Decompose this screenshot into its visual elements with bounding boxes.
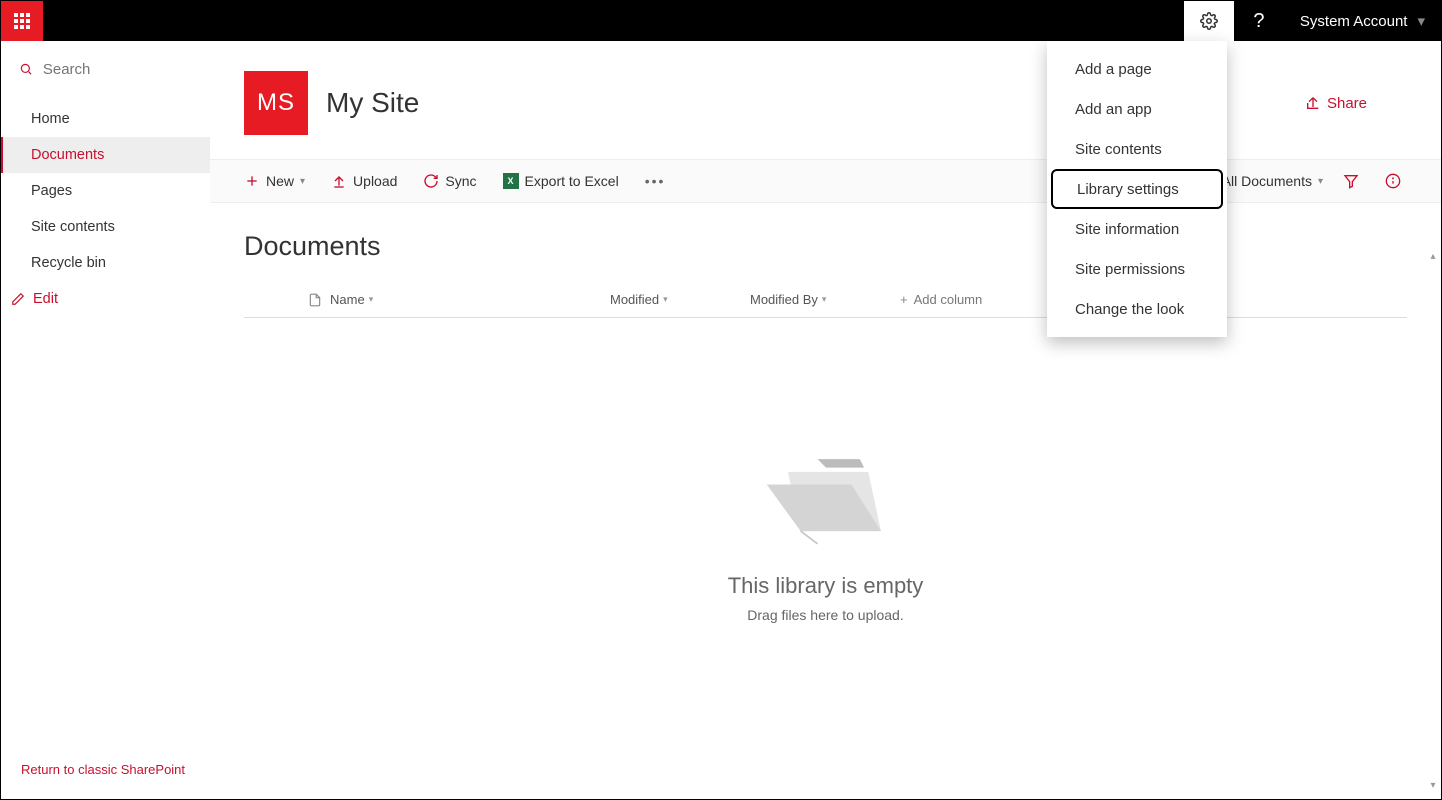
upload-label: Upload [353, 173, 397, 189]
share-button[interactable]: Share [1305, 95, 1367, 112]
nav-item-documents[interactable]: Documents [1, 137, 210, 173]
site-header: MS My Site Share [210, 41, 1441, 159]
ellipsis-icon: ••• [645, 173, 666, 189]
add-column-button[interactable]: + Add column [900, 292, 982, 307]
sync-label: Sync [445, 173, 476, 189]
view-selector[interactable]: All Documents ▾ [1222, 173, 1323, 189]
export-excel-button[interactable]: X Export to Excel [503, 173, 619, 189]
column-header-name[interactable]: Name ▾ [330, 292, 610, 307]
chevron-down-icon: ▾ [300, 176, 305, 187]
plus-icon: + [900, 292, 908, 307]
share-label: Share [1327, 95, 1367, 112]
menu-item-add-page[interactable]: Add a page [1047, 49, 1227, 89]
settings-gear-button[interactable] [1184, 1, 1234, 41]
plus-icon [244, 173, 260, 189]
search-icon [19, 61, 33, 77]
excel-icon: X [503, 173, 519, 189]
help-button[interactable]: ? [1234, 1, 1284, 41]
nav-item-pages[interactable]: Pages [1, 173, 210, 209]
new-label: New [266, 173, 294, 189]
sync-button[interactable]: Sync [423, 173, 476, 189]
menu-item-site-contents[interactable]: Site contents [1047, 129, 1227, 169]
info-icon [1385, 173, 1401, 189]
document-icon [308, 292, 322, 308]
list-title: Documents [244, 231, 1407, 262]
scroll-up-indicator[interactable]: ▴ [1427, 251, 1439, 262]
search-box[interactable] [1, 41, 210, 97]
empty-title: This library is empty [244, 573, 1407, 599]
suite-nav-bar: ? System Account ▾ [1, 1, 1441, 41]
menu-item-site-permissions[interactable]: Site permissions [1047, 249, 1227, 289]
scroll-down-indicator[interactable]: ▾ [1427, 780, 1439, 791]
upload-button[interactable]: Upload [331, 173, 397, 189]
menu-item-change-the-look[interactable]: Change the look [1047, 289, 1227, 329]
empty-subtitle: Drag files here to upload. [244, 607, 1407, 623]
share-icon [1305, 95, 1321, 111]
chevron-down-icon: ▾ [1417, 12, 1425, 30]
column-header-modified-by[interactable]: Modified By ▾ [750, 292, 900, 307]
left-nav: Home Documents Pages Site contents Recyc… [1, 41, 210, 797]
user-label: System Account [1300, 13, 1408, 30]
search-input[interactable] [43, 61, 196, 78]
return-to-classic-link[interactable]: Return to classic SharePoint [21, 762, 185, 777]
empty-folder-icon [741, 438, 911, 548]
edit-nav-label: Edit [33, 291, 58, 307]
col-name-label: Name [330, 292, 365, 307]
sync-icon [423, 173, 439, 189]
gear-icon [1200, 12, 1218, 30]
waffle-icon [14, 13, 30, 29]
chevron-down-icon: ▾ [1318, 176, 1323, 187]
site-logo[interactable]: MS [244, 71, 308, 135]
edit-nav-link[interactable]: Edit [1, 281, 210, 317]
export-label: Export to Excel [525, 173, 619, 189]
chevron-down-icon: ▾ [369, 294, 374, 305]
chevron-down-icon: ▾ [822, 294, 827, 305]
file-type-column-header[interactable] [300, 292, 330, 308]
col-modifiedby-label: Modified By [750, 292, 818, 307]
nav-item-home[interactable]: Home [1, 101, 210, 137]
nav-item-recycle-bin[interactable]: Recycle bin [1, 245, 210, 281]
new-button[interactable]: New ▾ [244, 173, 305, 189]
empty-state: This library is empty Drag files here to… [244, 438, 1407, 623]
menu-item-add-app[interactable]: Add an app [1047, 89, 1227, 129]
upload-icon [331, 173, 347, 189]
nav-item-site-contents[interactable]: Site contents [1, 209, 210, 245]
site-title[interactable]: My Site [326, 87, 419, 119]
filter-icon [1343, 173, 1359, 189]
view-label: All Documents [1222, 173, 1312, 189]
list-content-region: Documents Name ▾ Modified ▾ Modified By ▾ +… [210, 203, 1441, 651]
pencil-icon [11, 292, 25, 306]
command-bar: New ▾ Upload Sync X Export to Excel ••• … [210, 159, 1441, 203]
user-menu-button[interactable]: System Account ▾ [1284, 1, 1441, 41]
nav-list: Home Documents Pages Site contents Recyc… [1, 97, 210, 281]
column-headers-row: Name ▾ Modified ▾ Modified By ▾ + Add colum… [244, 282, 1407, 318]
column-header-modified[interactable]: Modified ▾ [610, 292, 750, 307]
more-button[interactable]: ••• [645, 173, 666, 189]
chevron-down-icon: ▾ [663, 294, 668, 305]
add-column-label: Add column [914, 292, 983, 307]
menu-item-library-settings[interactable]: Library settings [1051, 169, 1223, 209]
help-icon: ? [1253, 10, 1264, 33]
col-modified-label: Modified [610, 292, 659, 307]
settings-menu-panel: Add a page Add an app Site contents Libr… [1047, 41, 1227, 337]
filter-button[interactable] [1343, 173, 1365, 189]
app-launcher-button[interactable] [1, 1, 43, 41]
menu-item-site-information[interactable]: Site information [1047, 209, 1227, 249]
info-button[interactable] [1385, 173, 1407, 189]
main-region: MS My Site Share New ▾ Upload Sync X [210, 41, 1441, 797]
